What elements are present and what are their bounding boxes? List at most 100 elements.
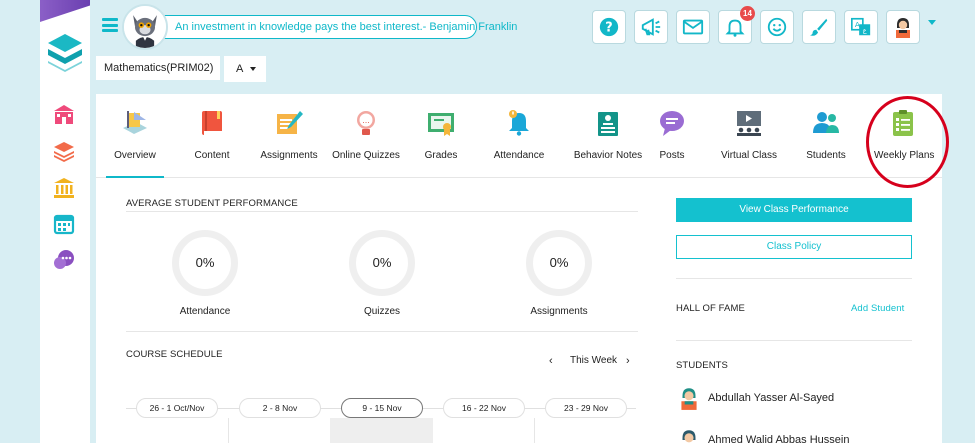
emoji-button[interactable]	[760, 10, 794, 44]
messages-button[interactable]	[676, 10, 710, 44]
performance-title: AVERAGE STUDENT PERFORMANCE	[126, 198, 298, 209]
svg-text:...: ...	[362, 116, 370, 125]
tab-label: Attendance	[493, 150, 545, 161]
tab-attendance[interactable]: Attendance	[490, 94, 548, 178]
quizzes-label: Quizzes	[363, 306, 401, 317]
tab-overview[interactable]: Overview	[106, 94, 164, 178]
svg-text:?: ?	[605, 21, 612, 36]
chevron-down-icon	[250, 67, 256, 71]
schedule-title: COURSE SCHEDULE	[126, 349, 223, 360]
translate-icon: Aع	[851, 17, 871, 36]
institution-icon[interactable]	[52, 176, 76, 200]
current-week-column	[330, 418, 433, 443]
quote-banner: An investment in knowledge pays the best…	[150, 15, 517, 39]
column-divider	[534, 418, 535, 443]
assignment-icon	[277, 111, 303, 134]
tab-online-quizzes[interactable]: ... Online Quizzes	[330, 94, 402, 178]
layers-icon[interactable]	[52, 139, 76, 163]
clipboard-icon	[598, 112, 618, 136]
language-button[interactable]: Aع	[844, 10, 878, 44]
attendance-value: 0%	[195, 255, 215, 270]
student-list-item[interactable]: Ahmed Walid Abbas Hussein	[676, 425, 912, 443]
app-logo-icon[interactable]	[46, 32, 84, 72]
week-pill-current[interactable]: 9 - 15 Nov	[341, 398, 423, 418]
profile-avatar-icon	[896, 18, 910, 38]
section-value: A	[236, 63, 244, 75]
class-mascot-avatar	[122, 4, 168, 50]
assignments-value: 0%	[549, 255, 569, 270]
header-actions: ? 14 Aع	[592, 6, 920, 44]
week-pill[interactable]: 26 - 1 Oct/Nov	[136, 398, 218, 418]
book-icon	[202, 111, 222, 135]
tab-content[interactable]: Content	[182, 94, 242, 178]
tab-label: Grades	[424, 150, 458, 161]
student-avatar-icon	[681, 388, 697, 410]
assignments-ring: 0%	[526, 230, 592, 296]
quizzes-value: 0%	[372, 255, 392, 270]
profile-button[interactable]	[886, 10, 920, 44]
student-avatar-icon	[682, 430, 696, 443]
tab-label: Assignments	[260, 150, 318, 161]
divider	[676, 278, 912, 279]
svg-text:ع: ع	[863, 27, 867, 35]
tab-posts[interactable]: Posts	[652, 94, 692, 178]
calendar-icon[interactable]	[52, 212, 76, 236]
section-dropdown[interactable]: A	[224, 56, 266, 82]
tab-label: Virtual Class	[721, 150, 777, 161]
hamburger-line	[102, 29, 118, 32]
chat-icon[interactable]	[52, 248, 76, 272]
divider	[126, 211, 638, 212]
view-class-performance-button[interactable]: View Class Performance	[676, 198, 912, 222]
notifications-button[interactable]: 14	[718, 6, 755, 44]
column-divider	[228, 418, 229, 443]
divider	[676, 340, 912, 341]
quote-text: An investment in knowledge pays the best…	[175, 21, 518, 33]
tab-label: Behavior Notes	[573, 150, 643, 161]
notification-count-badge: 14	[740, 6, 755, 21]
week-pill[interactable]: 16 - 22 Nov	[443, 398, 525, 418]
menu-toggle-button[interactable]	[102, 18, 118, 32]
tab-assignments[interactable]: Assignments	[257, 94, 321, 178]
tab-label: Content	[194, 150, 230, 161]
weekly-plan-icon	[893, 110, 913, 136]
smiley-icon	[767, 17, 787, 37]
speech-bubble-icon	[660, 111, 684, 136]
tab-label: Weekly Plans	[874, 150, 935, 161]
next-week-button[interactable]: ›	[626, 355, 630, 367]
tab-virtual-class[interactable]: Virtual Class	[718, 94, 780, 178]
course-name: Mathematics(PRIM02)	[96, 56, 220, 80]
tab-weekly-plans[interactable]: Weekly Plans	[874, 94, 935, 178]
class-tabs: Overview Content Assignments ... Online …	[96, 94, 942, 178]
student-list-item[interactable]: Abdullah Yasser Al-Sayed	[676, 383, 912, 413]
help-button[interactable]: ?	[592, 10, 626, 44]
theme-button[interactable]	[802, 10, 836, 44]
divider	[126, 331, 638, 332]
help-icon: ?	[599, 17, 619, 37]
tab-label: Posts	[659, 150, 685, 161]
school-icon[interactable]	[52, 103, 76, 127]
class-overview-panel: Overview Content Assignments ... Online …	[96, 94, 942, 443]
mail-icon	[682, 19, 704, 35]
attendance-ring: 0%	[172, 230, 238, 296]
brush-icon	[809, 18, 828, 36]
profile-dropdown-caret[interactable]	[928, 20, 936, 25]
tab-students[interactable]: Students	[803, 94, 849, 178]
student-name: Abdullah Yasser Al-Sayed	[708, 392, 835, 404]
attendance-label: Attendance	[179, 306, 231, 317]
week-pill[interactable]: 23 - 29 Nov	[545, 398, 627, 418]
class-policy-button[interactable]: Class Policy	[676, 235, 912, 259]
week-pill[interactable]: 2 - 8 Nov	[239, 398, 321, 418]
tab-label: Online Quizzes	[332, 150, 400, 161]
overview-icon	[123, 111, 147, 134]
student-name: Ahmed Walid Abbas Hussein	[708, 434, 850, 443]
add-student-link[interactable]: Add Student	[851, 303, 904, 314]
virtual-class-icon	[737, 111, 761, 136]
alarm-bell-icon	[509, 110, 529, 136]
prev-week-button[interactable]: ‹	[549, 355, 553, 367]
announcement-button[interactable]	[634, 10, 668, 44]
hamburger-line	[102, 23, 118, 27]
tab-grades[interactable]: Grades	[416, 94, 466, 178]
hall-of-fame-title: HALL OF FAME	[676, 303, 745, 314]
students-icon	[813, 112, 839, 133]
tab-behavior-notes[interactable]: Behavior Notes	[562, 94, 654, 178]
